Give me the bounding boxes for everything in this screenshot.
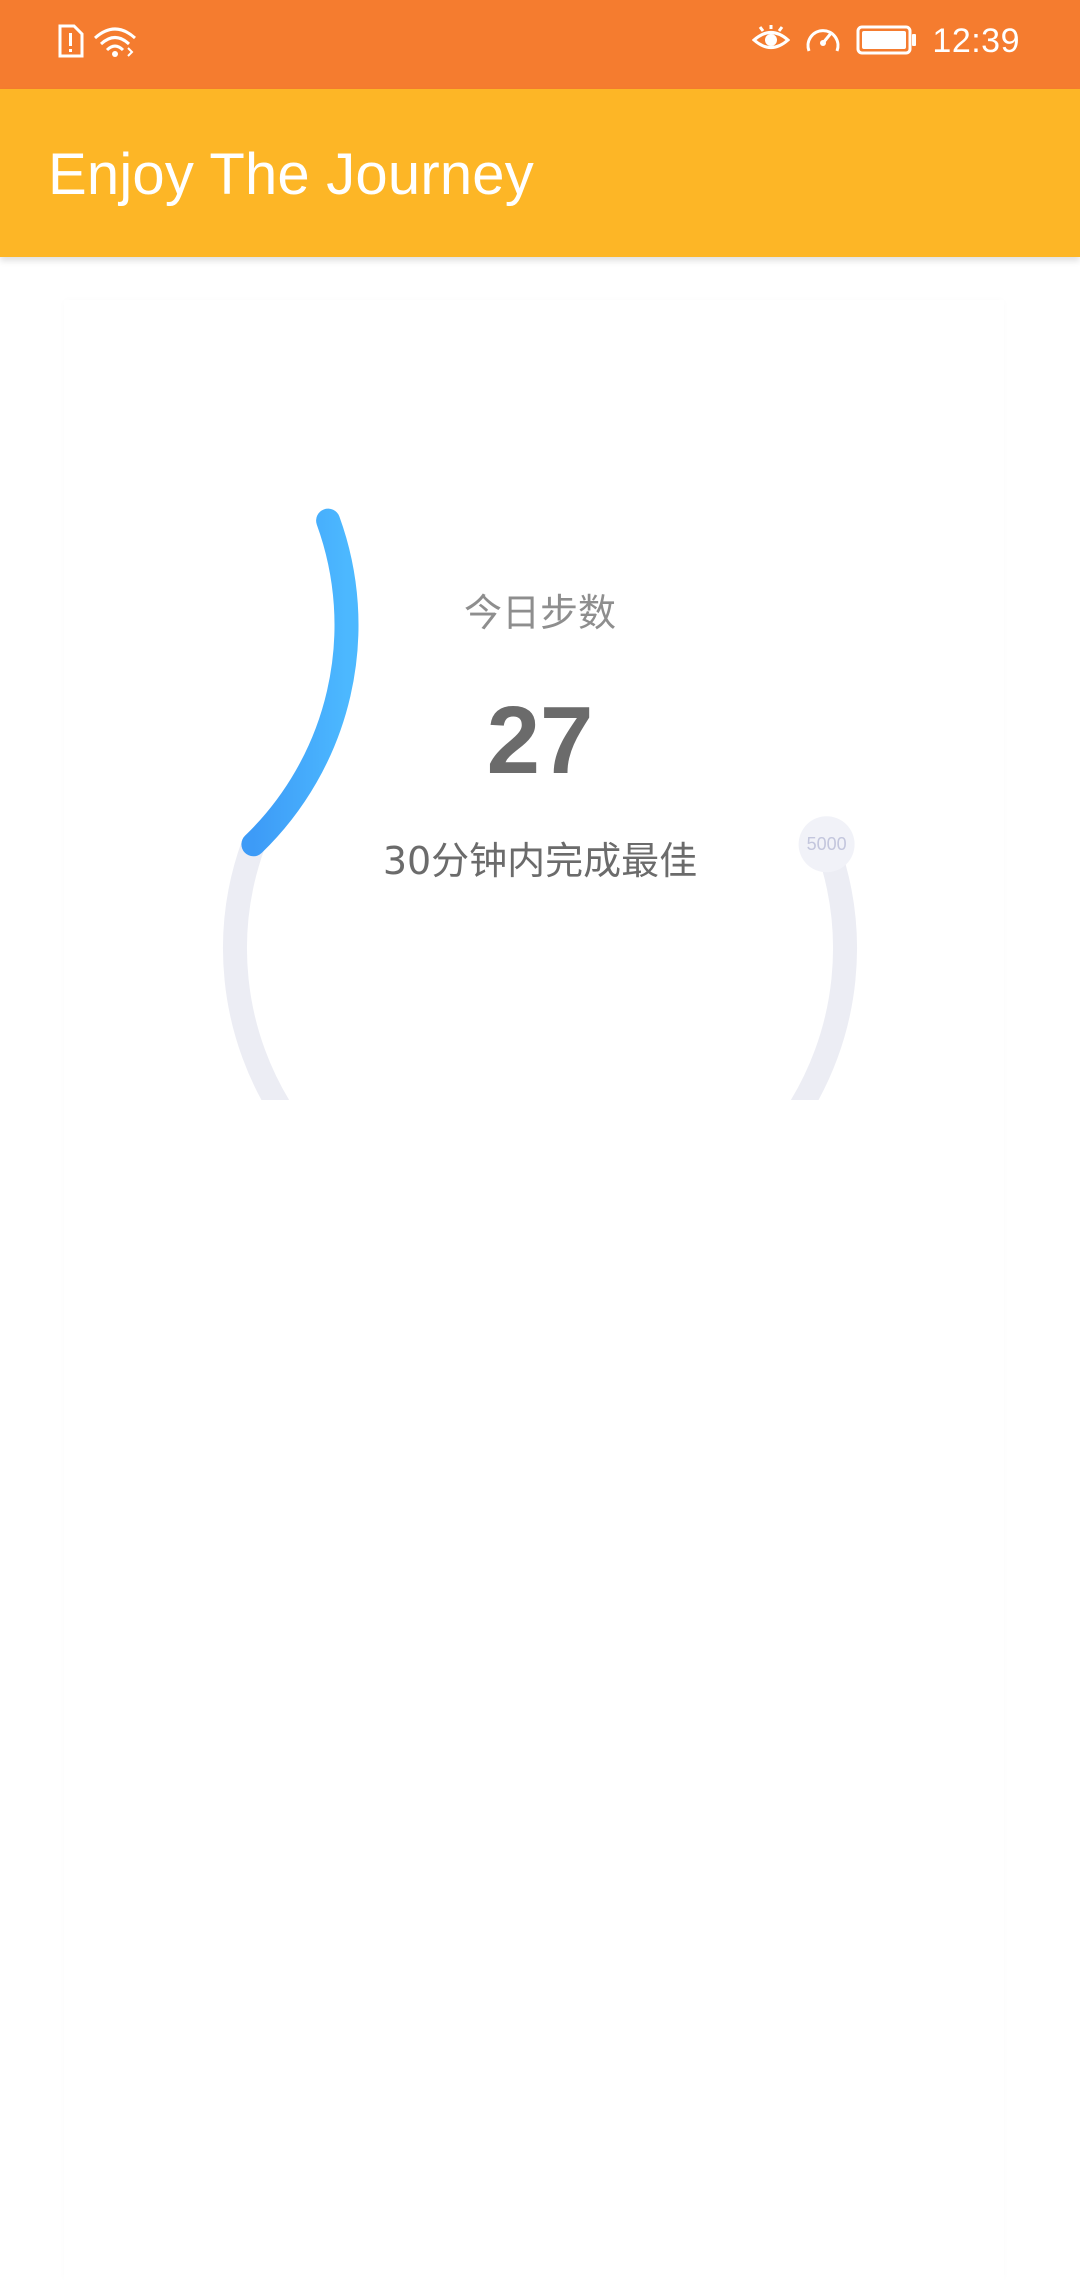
steps-count: 27 [486,687,594,794]
step-gauge: 5000 [223,508,857,1100]
today-steps-label: 今日步数 [463,591,616,635]
completion-hint: 30分钟内完成最佳 [382,839,698,883]
